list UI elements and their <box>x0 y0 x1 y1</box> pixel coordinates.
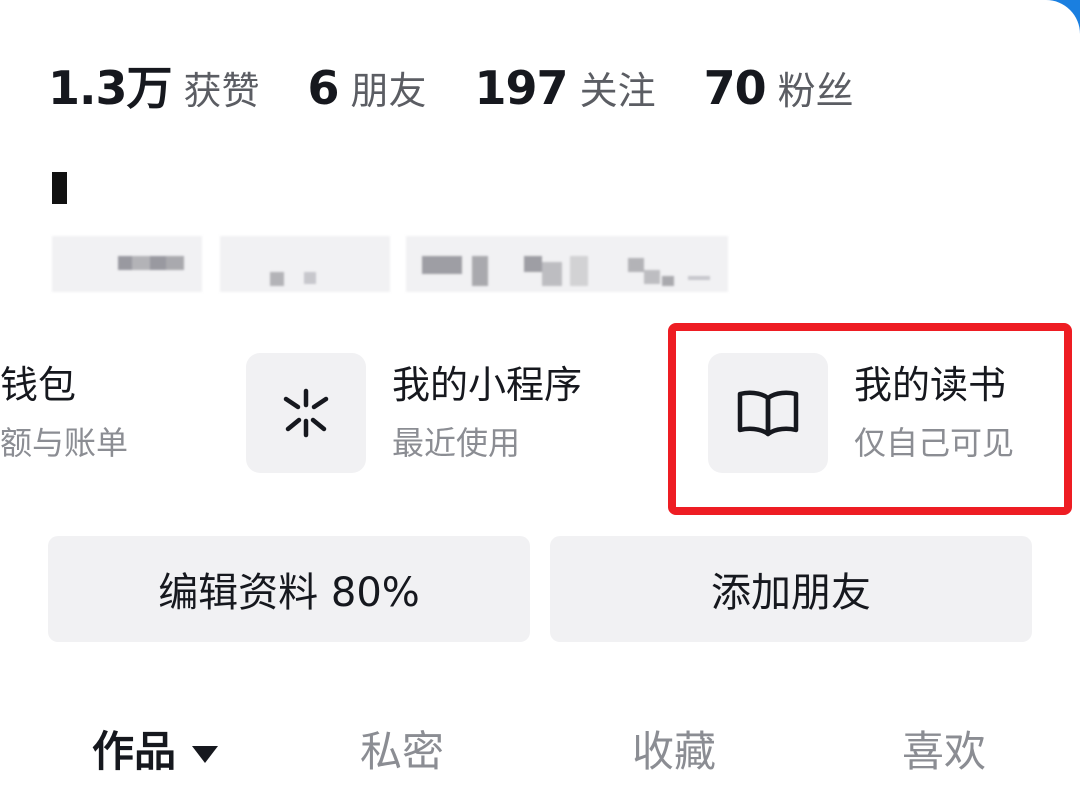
tab-likes[interactable]: 喜欢 <box>902 720 986 784</box>
wallet-subtitle: 额与账单 <box>0 424 129 462</box>
stat-likes[interactable]: 1.3万 获赞 <box>48 52 260 118</box>
tab-private[interactable]: 私密 <box>360 720 444 784</box>
service-wallet[interactable]: 钱包 额与账单 <box>0 352 128 474</box>
content-tabs: 作品 私密 收藏 喜欢 <box>0 720 1080 790</box>
service-mini-programs[interactable]: 我的小程序 最近使用 <box>246 352 582 474</box>
redacted-tag[interactable] <box>406 236 728 292</box>
tab-favorites[interactable]: 收藏 <box>632 720 716 784</box>
add-friends-button[interactable]: 添加朋友 <box>550 536 1032 642</box>
profile-sheet: 1.3万 获赞 6 朋友 197 关注 70 粉丝 钱包 额与账单 我的小程序 … <box>0 0 1080 804</box>
tab-works[interactable]: 作品 <box>92 720 219 784</box>
stat-likes-value: 1.3万 <box>48 61 172 115</box>
redacted-bio-text <box>52 172 67 204</box>
mini-programs-subtitle: 最近使用 <box>392 424 521 462</box>
stat-followers[interactable]: 70 粉丝 <box>704 60 854 115</box>
dropdown-caret-icon <box>192 746 219 763</box>
stat-following-value: 197 <box>474 61 569 115</box>
red-highlight-frame <box>668 323 1072 515</box>
stat-friends-value: 6 <box>307 61 340 115</box>
stat-likes-label: 获赞 <box>183 69 260 113</box>
edit-profile-button[interactable]: 编辑资料 80% <box>48 536 530 642</box>
redacted-tag[interactable] <box>220 236 390 292</box>
stat-followers-value: 70 <box>703 61 767 115</box>
stat-following-label: 关注 <box>579 69 656 113</box>
stat-friends[interactable]: 6 朋友 <box>308 60 427 115</box>
profile-stats: 1.3万 获赞 6 朋友 197 关注 70 粉丝 <box>48 52 902 115</box>
stat-following[interactable]: 197 关注 <box>475 60 656 115</box>
redacted-tag[interactable] <box>52 236 202 292</box>
stat-friends-label: 朋友 <box>350 69 427 113</box>
sparkle-asterisk-icon <box>246 353 366 473</box>
wallet-title: 钱包 <box>0 363 77 407</box>
stat-followers-label: 粉丝 <box>777 69 854 113</box>
mini-programs-title: 我的小程序 <box>392 363 583 407</box>
tab-works-label: 作品 <box>92 727 177 776</box>
